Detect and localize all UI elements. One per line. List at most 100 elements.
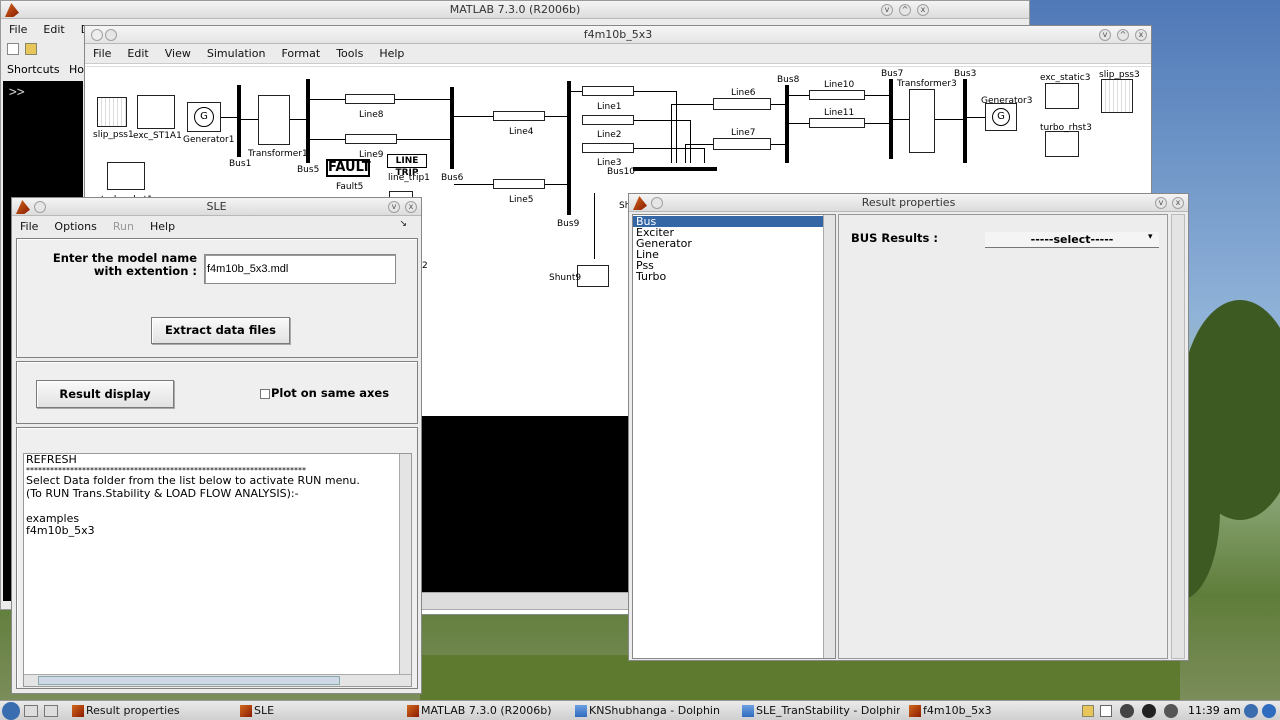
line4-block[interactable] [493,111,545,121]
menu-file[interactable]: File [85,47,119,60]
minimize-icon[interactable]: v [388,201,400,213]
close-icon[interactable]: x [1172,197,1184,209]
volume-tray-icon[interactable] [1120,704,1134,718]
bus-results-select[interactable]: -----select----- [985,232,1159,248]
scrollbar-thumb[interactable] [38,676,340,685]
task-result-properties[interactable]: Result properties [70,703,230,719]
minimize-icon[interactable]: v [881,4,893,16]
scrollbar-h[interactable] [24,674,411,686]
shunt9-block[interactable] [577,265,609,287]
bus9-bar[interactable] [567,81,571,215]
transformer1-block[interactable] [258,95,290,145]
turbo-rhst3-block[interactable] [1045,131,1079,157]
bus1-bar[interactable] [237,85,241,157]
line7-block[interactable] [713,138,771,150]
line10-block[interactable] [809,90,865,100]
new-file-icon[interactable] [7,43,19,55]
turbo-rhst1-block[interactable] [107,162,145,190]
line2-block[interactable] [582,115,634,125]
slip-pss1-block[interactable] [97,97,127,127]
list-item-f4m10b[interactable]: f4m10b_5x3 [24,524,411,538]
list-item-line[interactable]: Line [633,249,835,260]
line6-block[interactable] [713,98,771,110]
clock[interactable]: 11:39 am [1188,704,1241,717]
slip-pss1-label: slip_pss1 [93,130,134,140]
close-icon[interactable]: x [1135,29,1147,41]
line11-block[interactable] [809,118,865,128]
close-icon[interactable]: x [917,4,929,16]
exc-static3-block[interactable] [1045,83,1079,109]
close-icon[interactable]: x [405,201,417,213]
scrollbar-v[interactable] [1171,214,1185,659]
bus8-bar[interactable] [785,85,789,163]
clipboard-tray-icon[interactable] [1100,705,1112,717]
generator1-block[interactable]: G [187,102,221,132]
minimize-icon[interactable]: v [1155,197,1167,209]
pin-icon[interactable] [105,29,117,41]
desktop-switch-icon[interactable] [24,705,38,717]
info-tray-icon[interactable] [1164,704,1178,718]
fault5-block[interactable]: FAULT [326,159,371,177]
task-dolphin-knshubhanga[interactable]: KNShubhanga - Dolphin [573,703,733,719]
menu-file[interactable]: File [12,220,46,233]
menu-file[interactable]: File [1,23,35,36]
line1-block[interactable] [582,86,634,96]
task-matlab[interactable]: MATLAB 7.3.0 (R2006b) [405,703,565,719]
line5-block[interactable] [493,179,545,189]
menu-edit[interactable]: Edit [119,47,156,60]
minimize-icon[interactable]: v [1099,29,1111,41]
menu-format[interactable]: Format [273,47,328,60]
result-display-button[interactable]: Result display [36,380,174,408]
line3-block[interactable] [582,143,634,153]
extract-data-files-button[interactable]: Extract data files [151,317,290,344]
scrollbar-v[interactable] [399,454,411,674]
bus5-bar[interactable] [306,79,310,163]
pin-icon[interactable] [651,197,663,209]
menu-help[interactable]: Help [142,220,183,233]
refresh-item[interactable]: REFRESH [24,454,411,466]
list-item-generator[interactable]: Generator [633,238,835,249]
open-folder-icon[interactable] [25,43,37,55]
data-folder-list[interactable]: REFRESH ********************************… [23,453,412,687]
task-model[interactable]: f4m10b_5x3 [907,703,1067,719]
plot-same-axes-checkbox[interactable] [260,389,270,399]
generator3-block[interactable]: G [985,103,1017,131]
scrollbar-h[interactable] [421,592,631,610]
bus10-bar[interactable] [633,167,717,171]
transformer3-block[interactable] [909,89,935,153]
notification-icon[interactable] [1244,704,1258,718]
task-dolphin-sle-transtability[interactable]: SLE_TranStability - Dolphin [740,703,900,719]
how-to-add-label[interactable]: Ho [69,63,84,76]
line-trip1-block[interactable]: LINE TRIP [387,154,427,178]
menu-simulation[interactable]: Simulation [199,47,274,60]
shortcuts-label[interactable]: Shortcuts [7,63,60,76]
bus6-bar[interactable] [450,87,454,169]
pin-icon[interactable] [34,201,46,213]
menu-options[interactable]: Options [46,220,104,233]
slip-pss3-block[interactable] [1101,79,1133,113]
bus3-bar[interactable] [963,79,967,163]
menu-edit[interactable]: Edit [35,23,72,36]
line8-block[interactable] [345,94,395,104]
menu-tools[interactable]: Tools [328,47,371,60]
model-name-input[interactable] [204,254,396,284]
toolbar-arrow-icon[interactable]: ↘ [391,219,415,229]
menu-run[interactable]: Run [105,220,142,233]
task-sle[interactable]: SLE [238,703,398,719]
menu-help[interactable]: Help [371,47,412,60]
list-item-turbo[interactable]: Turbo [633,271,835,282]
maximize-icon[interactable]: ^ [1117,29,1129,41]
chevron-down-icon[interactable]: ▾ [1148,232,1153,242]
window-menu-icon[interactable] [91,29,103,41]
start-menu-icon[interactable] [2,702,20,720]
category-list[interactable]: Bus Exciter Generator Line Pss Turbo [632,214,836,659]
network-tray-icon[interactable] [1142,704,1156,718]
maximize-icon[interactable]: ^ [899,4,911,16]
desktop-switch-icon[interactable] [44,705,58,717]
line9-block[interactable] [345,134,397,144]
exc-st1a1-block[interactable] [137,95,175,129]
notification-icon[interactable] [1262,704,1276,718]
scrollbar-v[interactable] [823,215,835,658]
menu-view[interactable]: View [157,47,199,60]
folder-tray-icon[interactable] [1082,705,1094,717]
